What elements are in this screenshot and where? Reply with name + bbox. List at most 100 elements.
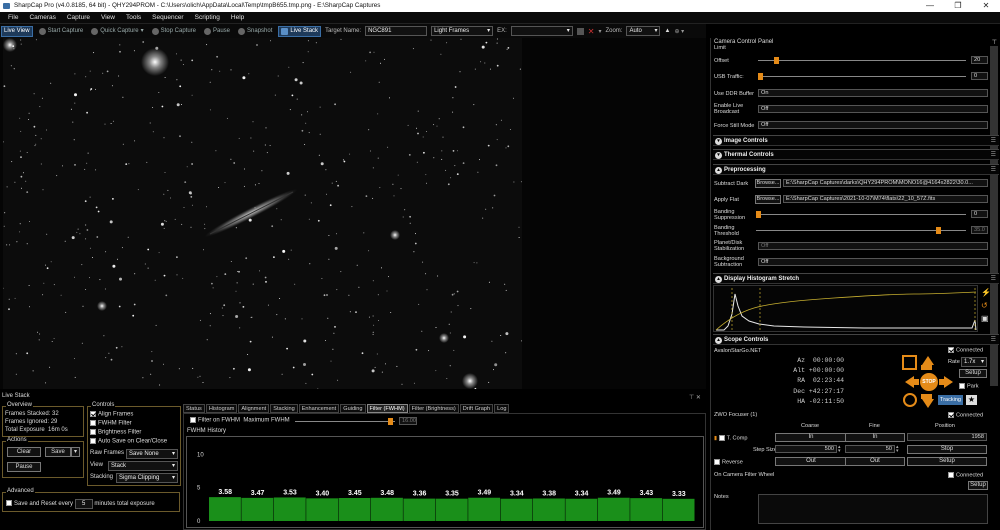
coarse-step-spinner[interactable]: ▴ ▾ (838, 445, 841, 454)
east-arrow-icon[interactable] (944, 376, 953, 388)
menu-cameras[interactable]: Cameras (29, 14, 55, 21)
west-arrow-icon[interactable] (905, 376, 914, 388)
target-name-input[interactable]: NGC891 (365, 26, 428, 36)
maximize-button[interactable]: ❐ (944, 0, 972, 12)
quick-capture-button[interactable]: Quick Capture ▾ (89, 26, 145, 37)
thermal-controls-header[interactable]: ▾ Thermal Controls ☰ (713, 149, 999, 160)
force-still-select[interactable]: Off (758, 121, 988, 129)
background-subtraction-select[interactable]: Off (758, 258, 988, 266)
auto-stretch-icon[interactable]: ⚡ (981, 286, 991, 299)
image-viewport[interactable] (0, 38, 706, 389)
browse-dark-button[interactable]: Browse... (755, 179, 781, 188)
focuser-connected-checkbox[interactable] (948, 412, 954, 418)
ddr-select[interactable]: On (758, 89, 988, 97)
flat-path-select[interactable]: E:\SharpCap Captures\2021-10-07\M74\flat… (783, 195, 988, 203)
filter-wheel-setup-button[interactable]: Setup (968, 481, 988, 490)
pin-icon[interactable]: ⊤ (992, 39, 997, 46)
tcomp-checkbox[interactable] (718, 435, 725, 441)
filter-wheel-connected-checkbox[interactable] (948, 472, 954, 478)
ex-select[interactable]: ▾ (510, 26, 573, 36)
scope-setup-button[interactable]: Setup (959, 369, 987, 378)
clear-button[interactable]: Clear (7, 447, 41, 457)
more-icon[interactable]: ⊕ ▾ (674, 28, 684, 35)
zoom-select[interactable]: Auto ▾ (626, 26, 661, 36)
menu-tools[interactable]: Tools (126, 14, 141, 21)
fine-out-button[interactable]: Out (845, 457, 905, 466)
fine-in-button[interactable]: In (845, 433, 905, 442)
minutes-input[interactable]: 5 (74, 499, 93, 509)
tab-guiding[interactable]: Guiding (340, 404, 366, 413)
menu-capture[interactable]: Capture (67, 14, 90, 21)
menu-icon[interactable]: ☰ (991, 136, 996, 146)
tracking-button[interactable]: Tracking (938, 395, 963, 405)
fwhm-filter-checkbox[interactable] (90, 420, 96, 426)
menu-icon[interactable]: ☰ (991, 165, 996, 175)
banding-suppression-value[interactable]: 0 (971, 210, 988, 218)
tab-stacking[interactable]: Stacking (270, 404, 298, 413)
menu-help[interactable]: Help (231, 14, 244, 21)
focuser-stop-button[interactable]: Stop (907, 445, 987, 454)
start-capture-button[interactable]: Start Capture (37, 26, 86, 37)
pin-icon[interactable]: ⊤ ✕ (689, 394, 701, 401)
fine-step-spinner[interactable]: ▴ ▾ (896, 445, 899, 454)
offset-value[interactable]: 20 (971, 56, 988, 64)
menu-icon[interactable]: ☰ (991, 335, 996, 345)
raw-frames-select[interactable]: Save None ▾ (126, 449, 178, 459)
park-checkbox[interactable] (959, 383, 965, 389)
filter-fwhm-checkbox[interactable] (190, 417, 196, 423)
histogram-icon[interactable]: ▲ (664, 28, 670, 34)
usb-slider[interactable] (758, 72, 966, 80)
max-fwhm-slider[interactable] (295, 417, 395, 425)
tab-enhancement[interactable]: Enhancement (298, 404, 340, 413)
tab-drift-graph[interactable]: Drift Graph (459, 404, 494, 413)
brightness-filter-checkbox[interactable] (90, 429, 96, 435)
goto-icon[interactable] (902, 355, 917, 370)
image-controls-header[interactable]: ▾ Image Controls ☰ (713, 135, 999, 146)
reset-icon[interactable]: ↺ (981, 299, 991, 312)
stop-capture-button[interactable]: Stop Capture (150, 26, 198, 37)
north-arrow-icon[interactable] (922, 356, 934, 365)
tab-log[interactable]: Log (494, 404, 510, 413)
usb-value[interactable]: 0 (971, 72, 988, 80)
menu-file[interactable]: File (8, 14, 18, 21)
pause-button[interactable]: Pause (202, 26, 232, 37)
focuser-setup-button[interactable]: Setup (907, 457, 987, 466)
mount-connected-checkbox[interactable] (948, 347, 954, 353)
dark-path-select[interactable]: E:\SharpCap Captures\darks\QHY294PROM\MO… (783, 179, 988, 187)
tab-filter-brightness[interactable]: Filter (Brightness) (408, 404, 459, 413)
live-broadcast-select[interactable]: Off (758, 105, 988, 113)
banding-suppression-slider[interactable] (756, 210, 966, 218)
live-stack-button[interactable]: Live Stack (278, 25, 322, 37)
menu-icon[interactable]: ☰ (991, 150, 996, 160)
browse-flat-button[interactable]: Browse... (755, 195, 781, 204)
sync-icon[interactable] (903, 393, 917, 407)
banding-threshold-value[interactable]: 35.0 (971, 226, 988, 234)
star-icon[interactable]: ★ (966, 395, 977, 405)
notes-textarea[interactable] (758, 494, 988, 524)
offset-slider[interactable] (758, 56, 966, 64)
planet-disk-select[interactable]: Off (758, 242, 988, 250)
menu-view[interactable]: View (101, 14, 115, 21)
save-dropdown[interactable]: ▾ (71, 447, 80, 457)
save-reset-checkbox[interactable] (6, 500, 12, 507)
scope-controls-header[interactable]: ▴ Scope Controls ☰ (713, 334, 999, 345)
close-button[interactable]: ✕ (972, 0, 1000, 12)
reticle-icon[interactable]: ✕ (588, 27, 595, 36)
rate-select[interactable]: 1.7x ▾ (961, 357, 987, 367)
coarse-in-button[interactable]: In (775, 433, 847, 442)
live-view-button[interactable]: Live View (1, 25, 33, 37)
histogram-tools[interactable]: ⚡ ↺ ▣ (981, 286, 991, 325)
save-button[interactable]: Save (45, 447, 71, 457)
fine-step-input[interactable]: 50 (845, 445, 895, 453)
stop-button[interactable]: STOP (920, 373, 938, 391)
snapshot-button[interactable]: Snapshot (236, 26, 274, 37)
menu-icon[interactable]: ☰ (991, 274, 996, 284)
square-icon[interactable] (576, 27, 584, 35)
pause-stack-button[interactable]: Pause (7, 462, 41, 472)
align-frames-checkbox[interactable] (90, 411, 96, 417)
coarse-step-input[interactable]: 500 (775, 445, 837, 453)
preprocessing-header[interactable]: ▴ Preprocessing ☰ (713, 164, 999, 175)
view-select[interactable]: Stack ▾ (108, 461, 178, 471)
tab-histogram[interactable]: Histogram (205, 404, 238, 413)
save-icon[interactable]: ▣ (981, 312, 991, 325)
